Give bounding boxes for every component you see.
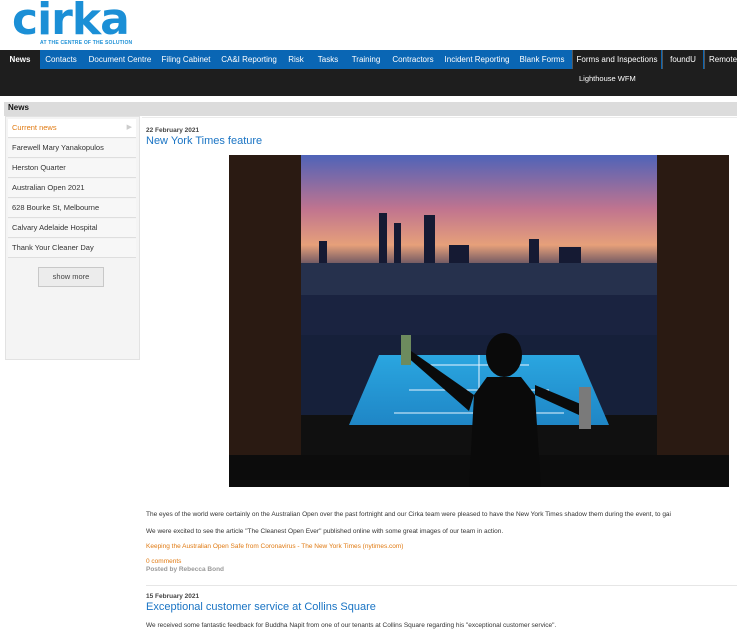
nav-document-centre[interactable]: Document Centre	[86, 50, 154, 69]
article-header: 22 February 2021 New York Times feature	[146, 127, 737, 147]
nav-training[interactable]: Training	[348, 50, 384, 69]
show-more-button[interactable]: show more	[38, 267, 104, 287]
article-date: 15 February 2021	[146, 593, 200, 600]
sidebar-item-calvary-adelaide[interactable]: Calvary Adelaide Hospital	[8, 219, 136, 238]
header: cirka AT THE CENTRE OF THE SOLUTION	[0, 0, 737, 50]
nytimes-article-link[interactable]: Keeping the Australian Open Safe from Co…	[146, 543, 403, 550]
logo-tagline: AT THE CENTRE OF THE SOLUTION	[40, 40, 133, 46]
nav-remote[interactable]: Remote	[704, 50, 737, 69]
chevron-right-icon: ▶	[126, 124, 132, 131]
main-navigation: News Contacts Document Centre Filing Cab…	[0, 50, 737, 96]
nav-news[interactable]: News	[0, 50, 40, 69]
content-top-divider	[142, 117, 737, 118]
article-title-link[interactable]: Exceptional customer service at Collins …	[146, 601, 737, 613]
sidebar-item-thank-your-cleaner[interactable]: Thank Your Cleaner Day	[8, 239, 136, 258]
nav-cai-reporting[interactable]: CA&I Reporting	[219, 50, 279, 69]
cirka-logo[interactable]: cirka	[12, 0, 130, 45]
article-photo	[229, 155, 729, 487]
nav-sub-lighthouse-wfm[interactable]: Lighthouse WFM	[579, 74, 636, 83]
nav-forms-and-inspections[interactable]: Forms and Inspections	[572, 50, 661, 69]
article-title-link[interactable]: New York Times feature	[146, 135, 737, 147]
nav-foundu[interactable]: foundU	[662, 50, 703, 69]
nav-risk[interactable]: Risk	[285, 50, 307, 69]
sidebar-item-label: Current news	[12, 123, 57, 132]
article-separator	[146, 585, 737, 586]
news-sidebar: Current news ▶ Farewell Mary Yanakopulos…	[5, 116, 140, 360]
sidebar-item-current-news[interactable]: Current news ▶	[8, 119, 136, 138]
nav-row: News Contacts Document Centre Filing Cab…	[0, 50, 737, 69]
sidebar-item-herston-quarter[interactable]: Herston Quarter	[8, 159, 136, 178]
nav-tasks[interactable]: Tasks	[314, 50, 342, 69]
nav-filing-cabinet[interactable]: Filing Cabinet	[159, 50, 213, 69]
sidebar-item-bourke-st[interactable]: 628 Bourke St, Melbourne	[8, 199, 136, 218]
posted-by: Posted by Rebecca Bond	[146, 566, 225, 573]
nav-contacts[interactable]: Contacts	[42, 50, 80, 69]
nav-incident-reporting[interactable]: Incident Reporting	[442, 50, 512, 69]
article-paragraph: The eyes of the world were certainly on …	[146, 511, 671, 518]
sidebar-item-australian-open[interactable]: Australian Open 2021	[8, 179, 136, 198]
nav-contractors[interactable]: Contractors	[390, 50, 436, 69]
section-title-bar: News	[4, 102, 737, 116]
section-title: News	[8, 103, 29, 112]
nav-blank-forms[interactable]: Blank Forms	[517, 50, 567, 69]
sidebar-item-farewell-mary[interactable]: Farewell Mary Yanakopulos	[8, 139, 136, 158]
article-date: 22 February 2021	[146, 127, 200, 134]
article-header: 15 February 2021 Exceptional customer se…	[146, 593, 737, 613]
article-paragraph: We were excited to see the article "The …	[146, 528, 504, 535]
comments-link[interactable]: 0 comments	[146, 558, 181, 565]
article-paragraph: We received some fantastic feedback for …	[146, 622, 557, 629]
